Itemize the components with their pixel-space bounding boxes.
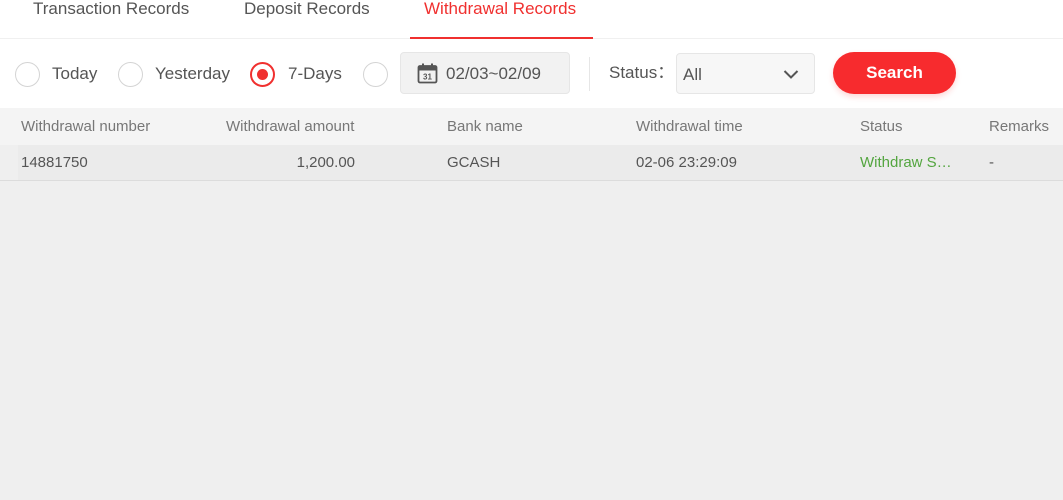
column-header-withdrawal-amount: Withdrawal amount <box>226 118 355 135</box>
date-range-picker[interactable]: 31 02/03~02/09 <box>400 52 570 94</box>
status-filter-label: Status： <box>609 63 675 82</box>
tab-label: Transaction Records <box>33 0 190 18</box>
column-header-status: Status <box>860 118 903 135</box>
tab-label: Deposit Records <box>244 0 370 18</box>
filter-divider <box>589 57 590 91</box>
radio-7-days[interactable] <box>250 62 275 87</box>
column-header-withdrawal-time: Withdrawal time <box>636 118 743 135</box>
tab-withdrawal-records[interactable]: Withdrawal Records <box>410 0 593 39</box>
column-header-withdrawal-number: Withdrawal number <box>21 118 151 135</box>
cell-withdrawal-number: 14881750 <box>21 154 88 171</box>
calendar-day: 31 <box>423 73 432 82</box>
cell-remarks: - <box>989 154 994 171</box>
table-row[interactable]: 14881750 1,200.00 GCASH 02-06 23:29:09 W… <box>0 145 1063 181</box>
tab-label: Withdrawal Records <box>424 0 577 18</box>
filter-bar: Today Yesterday 7-Days 31 02/03~02/09 St… <box>0 39 1063 108</box>
tab-deposit-records[interactable]: Deposit Records <box>244 0 374 39</box>
radio-label-7-days[interactable]: 7-Days <box>288 64 342 84</box>
calendar-icon: 31 <box>417 63 438 84</box>
status-select[interactable]: All <box>676 53 815 94</box>
chevron-down-icon <box>783 70 799 79</box>
cell-withdrawal-time: 02-06 23:29:09 <box>636 154 737 171</box>
tab-transaction-records[interactable]: Transaction Records <box>33 0 195 39</box>
date-range-value: 02/03~02/09 <box>446 64 542 83</box>
records-header: Transaction Records Deposit Records With… <box>0 0 1063 108</box>
radio-label-today[interactable]: Today <box>52 64 97 84</box>
radio-yesterday[interactable] <box>118 62 143 87</box>
radio-label-yesterday[interactable]: Yesterday <box>155 64 230 84</box>
status-select-value: All <box>683 65 702 84</box>
table-header: Withdrawal number Withdrawal amount Bank… <box>0 108 1063 145</box>
cell-withdrawal-amount: 1,200.00 <box>296 154 355 171</box>
radio-today[interactable] <box>15 62 40 87</box>
radio-custom-range[interactable] <box>363 62 388 87</box>
search-button[interactable]: Search <box>833 52 956 94</box>
records-tabs: Transaction Records Deposit Records With… <box>0 0 1063 39</box>
column-header-bank-name: Bank name <box>447 118 523 135</box>
cell-bank-name: GCASH <box>447 154 501 171</box>
cell-status: Withdraw S… <box>860 154 952 171</box>
column-header-remarks: Remarks <box>989 118 1050 135</box>
